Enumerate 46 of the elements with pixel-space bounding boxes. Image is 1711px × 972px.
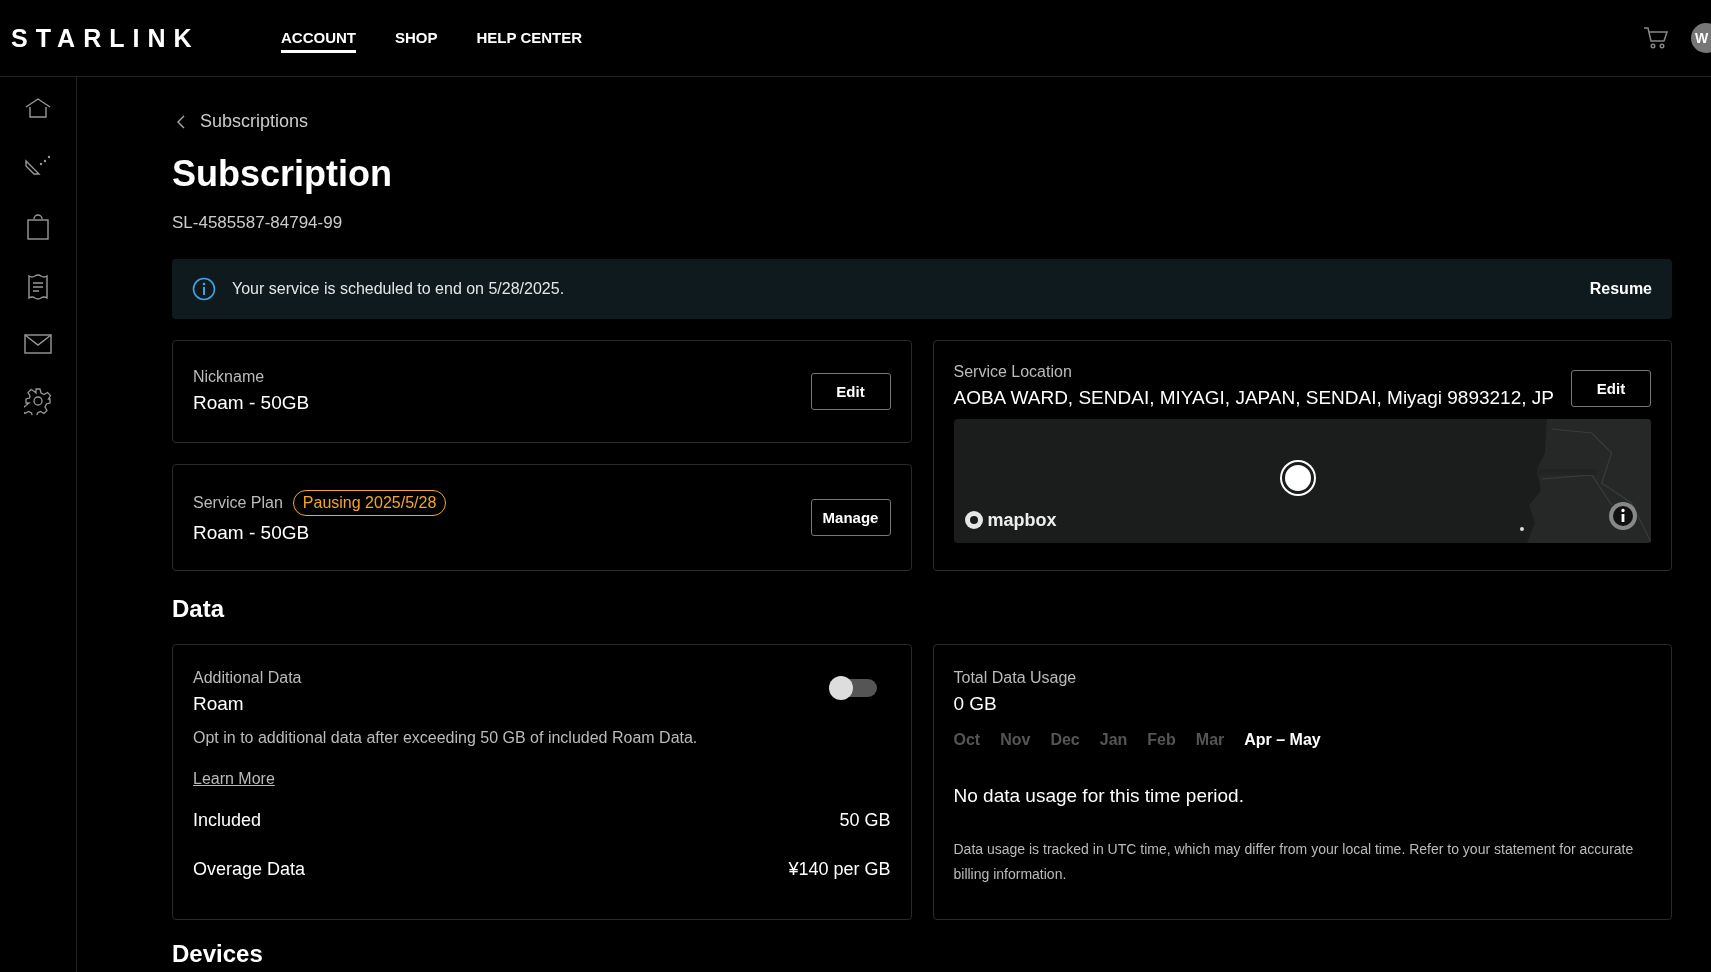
info-icon [192, 276, 216, 301]
settings-icon[interactable] [24, 387, 52, 415]
edit-button[interactable]: Edit [810, 372, 891, 410]
notice-text: Your service is scheduled to end on 5/28/2025. [232, 279, 566, 298]
avatar[interactable]: W [1691, 23, 1711, 53]
field-label: Nickname [193, 368, 266, 386]
info-button-icon[interactable] [1608, 500, 1638, 531]
shopping-bag-icon[interactable] [26, 213, 50, 241]
empty-message: No data usage for this time period. [953, 784, 1245, 807]
mail-icon[interactable] [23, 333, 53, 355]
chevron-icon [176, 114, 186, 129]
note-text: Data usage is tracked in UTC time, which may differ from your local time. Refer to your statement for accurate billing information. [953, 839, 1635, 884]
field-value: Roam [193, 692, 245, 715]
field-label: Service Location [953, 362, 1073, 381]
section-heading: Data [172, 594, 226, 623]
section-heading: Devices [172, 939, 264, 968]
field-label: Service Plan [193, 494, 283, 512]
logo[interactable]: STARLINK [11, 23, 281, 53]
subscription-id: SL-4585587-84794-99 [172, 212, 344, 233]
nav-link[interactable]: HELP CENTER [476, 23, 583, 53]
resume-link[interactable]: Resume [1589, 279, 1652, 298]
mapbox-logo: mapbox [963, 509, 1057, 531]
page-title: Subscription [172, 152, 393, 195]
home-icon[interactable] [24, 97, 52, 121]
cart-icon[interactable] [1643, 26, 1669, 50]
row-label: Overage Data [193, 858, 306, 880]
field-value: Roam - 50GB [193, 392, 310, 414]
learn-more-link[interactable]: Learn More [193, 769, 275, 788]
description-text: Opt in to additional data after exceeding 50 GB of included Roam Data. [193, 728, 699, 747]
location-marker-icon [1281, 461, 1314, 494]
field-value: AOBA WARD, SENDAI, MIYAGI, JAPAN, SENDAI, Miyagi 9893212, JP [953, 386, 1554, 409]
receipt-icon[interactable] [26, 273, 50, 301]
period-tab[interactable]: Apr – May [1244, 730, 1321, 749]
field-label: Total Data Usage [953, 668, 1078, 687]
manage-button[interactable]: Manage [810, 498, 891, 536]
row-label: Included [193, 809, 262, 831]
nav-link[interactable]: SHOP [395, 23, 438, 53]
back-link[interactable]: Subscriptions [172, 111, 309, 132]
row-value: ¥140 per GB [788, 858, 891, 880]
edit-button[interactable]: Edit [1571, 369, 1651, 407]
field-label: Additional Data [193, 668, 302, 687]
field-value: 0 GB [953, 692, 998, 715]
field-value: Roam - 50GB [193, 522, 311, 544]
toggle-switch[interactable] [830, 678, 877, 697]
row-value: 50 GB [839, 809, 891, 831]
nav-link[interactable]: ACCOUNT [281, 23, 356, 53]
